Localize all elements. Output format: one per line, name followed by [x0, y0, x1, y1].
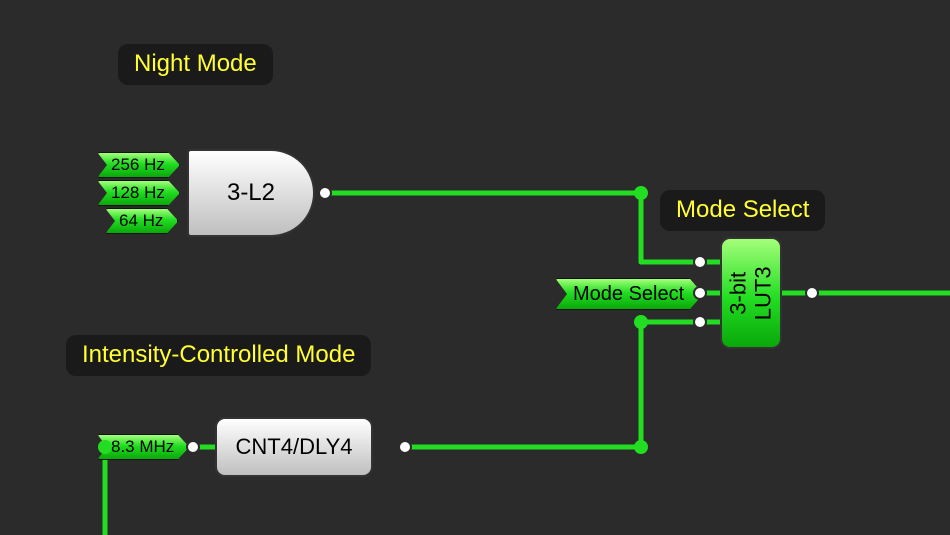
and-gate[interactable]: 3-L2: [187, 149, 315, 237]
port-dot: [398, 440, 412, 454]
cnt-dly-block[interactable]: CNT4/DLY4: [215, 417, 373, 477]
input-tag-256hz[interactable]: 256 Hz: [97, 152, 180, 178]
and-gate-label: 3-L2: [227, 179, 275, 207]
lut3-label-wrap: 3-bit LUT3: [726, 266, 777, 320]
input-tag-mode-select[interactable]: Mode Select: [555, 278, 703, 310]
lut3-label-line2: LUT3: [751, 266, 776, 320]
port-dot: [186, 440, 200, 454]
lut3-block[interactable]: 3-bit LUT3: [720, 237, 782, 349]
wire-junction: [98, 440, 112, 454]
wire-junction: [634, 440, 648, 454]
cnt-dly-label: CNT4/DLY4: [236, 434, 353, 460]
port-dot: [693, 255, 707, 269]
port-dot: [805, 286, 819, 300]
input-tag-64hz[interactable]: 64 Hz: [105, 208, 178, 234]
port-dot: [693, 315, 707, 329]
port-dot: [693, 286, 707, 300]
diagram-canvas: Night Mode Mode Select Intensity-Control…: [0, 0, 950, 535]
lut3-label-line1: 3-bit: [726, 272, 751, 315]
label-intensity-mode: Intensity-Controlled Mode: [66, 335, 371, 376]
port-dot: [318, 186, 332, 200]
wire-junction: [634, 315, 648, 329]
label-night-mode: Night Mode: [118, 44, 273, 85]
input-tag-128hz[interactable]: 128 Hz: [97, 180, 180, 206]
wire-junction: [634, 186, 648, 200]
label-mode-select: Mode Select: [660, 190, 825, 231]
